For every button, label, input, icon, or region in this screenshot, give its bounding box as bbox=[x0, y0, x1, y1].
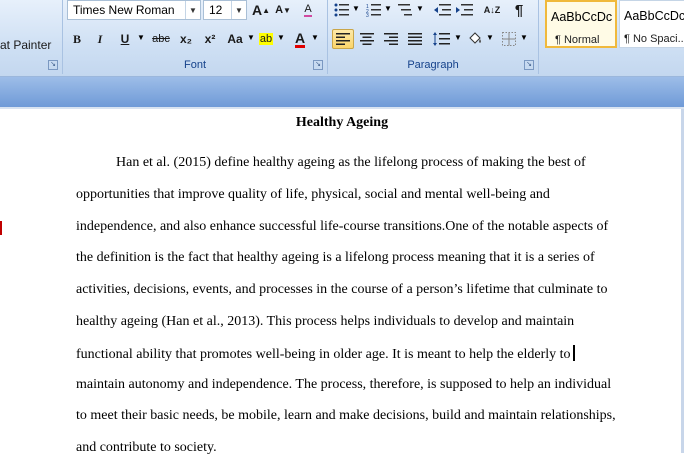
text-cursor bbox=[572, 345, 575, 361]
font-color-button[interactable]: A bbox=[289, 29, 311, 49]
style-no-spacing[interactable]: AaBbCcDc ¶ No Spaci... bbox=[619, 0, 684, 48]
paint-bucket-icon bbox=[469, 32, 481, 44]
grow-font-button[interactable]: A ▲ bbox=[250, 0, 272, 20]
text-line-7-wrap: functional ability that promotes well-be… bbox=[76, 345, 575, 363]
bold-button[interactable]: B bbox=[67, 29, 87, 49]
margin-marker bbox=[0, 221, 2, 235]
style-normal-preview: AaBbCcDc bbox=[551, 10, 613, 24]
shrink-font-icon: A bbox=[275, 4, 284, 16]
font-name-combo[interactable]: Times New Roman ▼ bbox=[67, 0, 201, 20]
align-center-button[interactable] bbox=[356, 29, 378, 49]
ruler-band bbox=[0, 77, 684, 108]
bullets-icon[interactable] bbox=[334, 3, 350, 17]
text-line-5: activities, decisions, events, and proce… bbox=[76, 282, 608, 297]
shrink-font-button[interactable]: A ▼ bbox=[273, 0, 293, 20]
document-title: Healthy Ageing bbox=[295, 115, 389, 130]
text-line-8: maintain autonomy and independence. The … bbox=[76, 377, 612, 392]
font-name-value: Times New Roman bbox=[73, 3, 175, 17]
grow-font-icon: A bbox=[251, 2, 263, 18]
svg-text:3: 3 bbox=[366, 13, 369, 17]
numbering-icon[interactable]: 123 bbox=[366, 3, 382, 17]
superscript-button[interactable]: x² bbox=[199, 29, 221, 49]
paragraph-group: ▼ 123 ▼ ▼ A↓Z ¶ ▼ ▼ ▼ Paragraph ↘ bbox=[328, 0, 539, 74]
font-size-combo[interactable]: 12 ▼ bbox=[203, 0, 247, 20]
shading-button[interactable] bbox=[464, 29, 486, 49]
style-normal-label: ¶ Normal bbox=[555, 34, 600, 46]
paragraph-group-label: Paragraph bbox=[407, 59, 459, 71]
justify-button[interactable] bbox=[404, 29, 426, 49]
font-color-dropdown-icon[interactable]: ▼ bbox=[311, 33, 319, 42]
highlight-button[interactable]: ab bbox=[255, 29, 277, 49]
subscript-button[interactable]: x₂ bbox=[175, 29, 197, 49]
align-right-icon bbox=[384, 33, 398, 45]
multilevel-list-icon[interactable] bbox=[398, 3, 414, 17]
decrease-indent-icon[interactable] bbox=[434, 3, 452, 17]
strikethrough-button[interactable]: abc bbox=[149, 29, 173, 49]
clipboard-group: at Painter ↘ bbox=[0, 0, 63, 74]
text-line-2: opportunities that improve quality of li… bbox=[76, 187, 550, 202]
line-spacing-dropdown-icon[interactable]: ▼ bbox=[454, 33, 462, 42]
borders-dropdown-icon[interactable]: ▼ bbox=[520, 33, 528, 42]
sort-button[interactable]: A↓Z bbox=[480, 0, 504, 20]
clear-formatting-button[interactable]: A bbox=[297, 0, 319, 20]
clipboard-launcher-icon[interactable]: ↘ bbox=[48, 60, 58, 70]
show-formatting-marks-button[interactable]: ¶ bbox=[508, 0, 530, 20]
underline-button[interactable]: U bbox=[114, 29, 136, 49]
style-no-spacing-label: ¶ No Spaci... bbox=[624, 33, 684, 45]
text-line-9: to meet their basic needs, be mobile, le… bbox=[76, 408, 616, 423]
text-line-10: and contribute to society. bbox=[76, 440, 217, 455]
font-color-icon: A bbox=[294, 29, 306, 48]
line-spacing-icon bbox=[433, 32, 450, 46]
shading-dropdown-icon[interactable]: ▼ bbox=[486, 33, 494, 42]
text-line-1: Han et al. (2015) define healthy ageing … bbox=[116, 155, 586, 170]
font-size-dropdown-icon[interactable]: ▼ bbox=[231, 1, 246, 19]
styles-group: AaBbCcDc ¶ Normal AaBbCcDc ¶ No Spaci... bbox=[539, 0, 684, 74]
change-case-button[interactable]: Aa bbox=[223, 29, 247, 49]
increase-indent-icon[interactable] bbox=[456, 3, 474, 17]
numbering-dropdown-icon[interactable]: ▼ bbox=[384, 4, 392, 13]
document-page[interactable]: Healthy Ageing Han et al. (2015) define … bbox=[0, 109, 684, 455]
format-painter-button[interactable]: at Painter bbox=[0, 38, 51, 52]
align-center-icon bbox=[360, 33, 374, 45]
multilevel-list-dropdown-icon[interactable]: ▼ bbox=[416, 4, 424, 13]
text-line-4: the definition is the fact that healthy … bbox=[76, 250, 595, 265]
borders-icon bbox=[502, 32, 516, 46]
font-size-value: 12 bbox=[209, 3, 223, 17]
font-name-dropdown-icon[interactable]: ▼ bbox=[185, 1, 200, 19]
style-no-spacing-preview: AaBbCcDc bbox=[624, 9, 684, 23]
change-case-dropdown-icon[interactable]: ▼ bbox=[247, 33, 255, 42]
italic-button[interactable]: I bbox=[90, 29, 110, 49]
ribbon: at Painter ↘ Times New Roman ▼ 12 ▼ A ▲ A… bbox=[0, 0, 684, 77]
highlighter-icon: ab bbox=[258, 33, 274, 45]
bullets-dropdown-icon[interactable]: ▼ bbox=[352, 4, 360, 13]
font-group: Times New Roman ▼ 12 ▼ A ▲ A ▼ A B I U ▼ a… bbox=[63, 0, 328, 74]
clear-formatting-icon: A bbox=[304, 3, 312, 17]
line-spacing-button[interactable] bbox=[430, 29, 454, 49]
style-normal[interactable]: AaBbCcDc ¶ Normal bbox=[545, 0, 617, 48]
highlight-dropdown-icon[interactable]: ▼ bbox=[277, 33, 285, 42]
align-left-button[interactable] bbox=[332, 29, 354, 49]
font-group-label: Font bbox=[183, 59, 206, 71]
paragraph-launcher-icon[interactable]: ↘ bbox=[524, 60, 534, 70]
text-line-7: functional ability that promotes well-be… bbox=[76, 347, 571, 362]
text-line-6: healthy ageing (Han et al., 2013). This … bbox=[76, 314, 575, 329]
justify-icon bbox=[408, 33, 422, 45]
align-left-icon bbox=[336, 33, 350, 45]
align-right-button[interactable] bbox=[380, 29, 402, 49]
underline-dropdown-icon[interactable]: ▼ bbox=[137, 33, 145, 42]
borders-button[interactable] bbox=[498, 29, 520, 49]
font-launcher-icon[interactable]: ↘ bbox=[313, 60, 323, 70]
text-line-3: independence, and also enhance successfu… bbox=[76, 219, 609, 234]
